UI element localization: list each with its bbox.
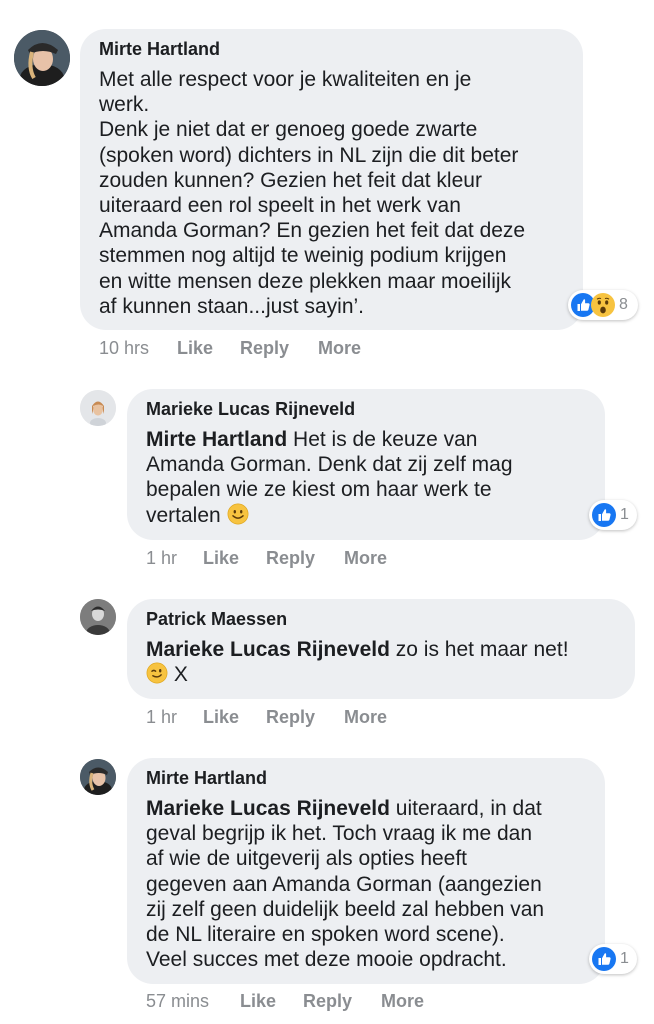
comment-line: vertalen: [146, 503, 513, 528]
comment-line: af kunnen staan...just sayin’.: [99, 294, 364, 318]
avatar[interactable]: [14, 30, 70, 86]
comment-text-fragment: vertalen: [146, 503, 221, 527]
avatar[interactable]: [80, 390, 116, 426]
comment-line: Marieke Lucas Rijneveld uiteraard, in da…: [146, 796, 544, 821]
comment-line: uiteraard een rol speelt in het werk van: [99, 194, 461, 218]
comment-line: Amanda Gorman? En gezien het feit dat de…: [99, 219, 526, 243]
mention-link[interactable]: Marieke Lucas Rijneveld: [146, 797, 390, 820]
comment-line: af wie de uitgeverij als opties heeft: [146, 847, 468, 871]
comment-text: Marieke Lucas Rijneveld zo is het maar n…: [146, 637, 569, 687]
comment-text-fragment: uiteraard, in dat: [389, 797, 542, 820]
timestamp: 1 hr: [146, 548, 178, 568]
reaction-count: 1: [620, 506, 629, 523]
comment-line: Met alle respect voor je kwaliteiten en …: [99, 68, 472, 91]
comment-line: stemmen nog altijd te weinig podium krij…: [99, 244, 507, 268]
comment-line: gegeven aan Amanda Gorman (aangezien: [146, 872, 542, 896]
like-button[interactable]: Like: [203, 707, 239, 728]
like-icon: [592, 947, 616, 971]
comment-line: Veel succes met deze mooie opdracht.: [146, 948, 507, 972]
reply-button[interactable]: Reply: [240, 338, 289, 359]
comment-line: Marieke Lucas Rijneveld zo is het maar n…: [146, 637, 569, 662]
comment-line: Mirte Hartland Het is de keuze van: [146, 427, 513, 452]
reply-button[interactable]: Reply: [266, 548, 315, 569]
comment-text-fragment: Het is de keuze van: [287, 428, 478, 451]
reaction-summary[interactable]: 1: [589, 944, 637, 974]
avatar[interactable]: [80, 759, 116, 795]
comment-text: Marieke Lucas Rijneveld uiteraard, in da…: [146, 796, 544, 972]
reaction-summary[interactable]: 1: [589, 500, 637, 530]
comment-text: Met alle respect voor je kwaliteiten en …: [99, 67, 525, 319]
like-button[interactable]: Like: [177, 338, 213, 359]
comment-line: de NL literaire en spoken word scene).: [146, 923, 505, 947]
smile-emoji: [227, 503, 249, 525]
comment-text-fragment: X: [173, 663, 188, 687]
more-button[interactable]: More: [344, 548, 387, 569]
comment-line: en witte mensen deze plekken maar moeili…: [99, 269, 512, 293]
wink-emoji: [146, 662, 168, 684]
comment-line: zouden kunnen? Gezien het feit dat kleur: [99, 168, 482, 192]
more-button[interactable]: More: [318, 338, 361, 359]
comment-line: Amanda Gorman. Denk dat zij zelf mag: [146, 453, 513, 477]
comment-line: (spoken word) dichters in NL zijn die di…: [99, 143, 519, 167]
reply-button[interactable]: Reply: [303, 991, 352, 1012]
comment-line: Denk je niet dat er genoeg goede zwarte: [99, 118, 478, 142]
avatar[interactable]: [80, 599, 116, 635]
reaction-count: 1: [620, 950, 629, 967]
mention-link[interactable]: Mirte Hartland: [146, 428, 287, 451]
like-button[interactable]: Like: [240, 991, 276, 1012]
comment-line: werk.: [99, 93, 150, 117]
comment-line: bepalen wie ze kiest om haar werk te: [146, 478, 492, 502]
timestamp: 1 hr: [146, 707, 178, 727]
like-icon: [592, 503, 616, 527]
more-button[interactable]: More: [381, 991, 424, 1012]
reaction-summary[interactable]: 8: [568, 290, 638, 320]
comment-text: Mirte Hartland Het is de keuze van Amand…: [146, 427, 513, 528]
comment-author[interactable]: Mirte Hartland: [99, 39, 220, 60]
comment-line: zij zelf geen duidelijk beeld zal hebben…: [146, 897, 545, 921]
comment-line: X: [146, 662, 569, 687]
timestamp: 10 hrs: [99, 338, 150, 358]
comment-line: geval begrijp ik het. Toch vraag ik me d…: [146, 822, 532, 846]
reply-button[interactable]: Reply: [266, 707, 315, 728]
timestamp: 57 mins: [146, 991, 210, 1011]
comment-author[interactable]: Mirte Hartland: [146, 768, 267, 789]
comment-author[interactable]: Marieke Lucas Rijneveld: [146, 399, 355, 420]
comment-text-fragment: zo is het maar net!: [389, 638, 569, 661]
comment-author[interactable]: Patrick Maessen: [146, 609, 287, 630]
more-button[interactable]: More: [344, 707, 387, 728]
wow-icon: [591, 293, 615, 317]
like-button[interactable]: Like: [203, 548, 239, 569]
mention-link[interactable]: Marieke Lucas Rijneveld: [146, 638, 390, 661]
reaction-count: 8: [619, 296, 628, 313]
